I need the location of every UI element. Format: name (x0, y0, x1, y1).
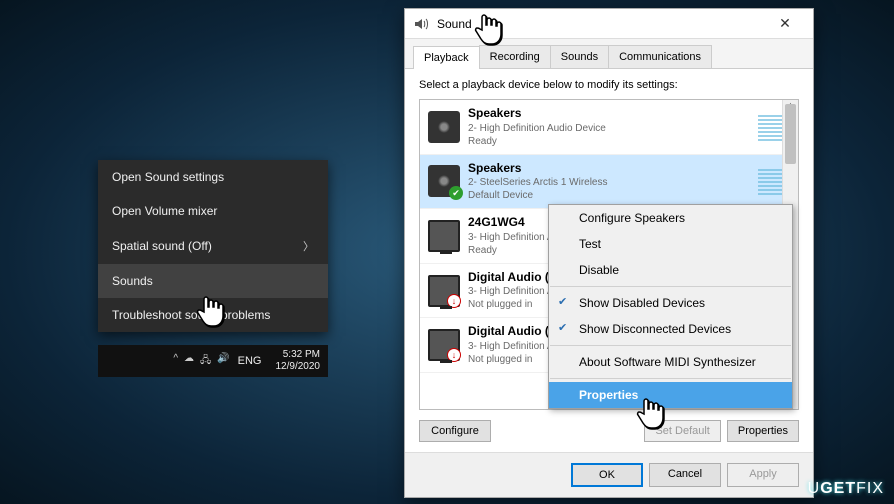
menu-item-troubleshoot[interactable]: Troubleshoot sound problems (98, 298, 328, 332)
device-status: Ready (468, 135, 750, 148)
tab-communications[interactable]: Communications (608, 45, 712, 68)
unplugged-icon: ↓ (447, 294, 461, 308)
monitor-device-icon: ↓ (428, 329, 460, 361)
unplugged-icon: ↓ (447, 348, 461, 362)
volume-icon[interactable]: 🔊 (217, 353, 229, 370)
menu-item-sounds[interactable]: Sounds (98, 264, 328, 298)
menu-item-properties[interactable]: Properties (549, 382, 792, 408)
device-context-menu: Configure Speakers Test Disable Show Dis… (548, 204, 793, 409)
device-row[interactable]: ✔ Speakers 2- SteelSeries Arctis 1 Wirel… (420, 155, 798, 210)
menu-item-about-midi[interactable]: About Software MIDI Synthesizer (549, 349, 792, 375)
watermark: UGETFIX (808, 480, 884, 498)
dialog-buttons: OK Cancel Apply (405, 452, 813, 497)
language-indicator[interactable]: ENG (238, 355, 262, 367)
instruction-text: Select a playback device below to modify… (419, 79, 799, 91)
separator (550, 286, 791, 287)
cancel-button[interactable]: Cancel (649, 463, 721, 487)
device-sub: 2- SteelSeries Arctis 1 Wireless (468, 176, 750, 189)
onedrive-icon[interactable]: ☁ (184, 353, 194, 370)
tabstrip: Playback Recording Sounds Communications (405, 39, 813, 69)
separator (550, 378, 791, 379)
device-name: Speakers (468, 161, 750, 177)
menu-item-show-disconnected[interactable]: Show Disconnected Devices (549, 316, 792, 342)
menu-item-open-sound-settings[interactable]: Open Sound settings (98, 160, 328, 194)
dialog-title: Sound (437, 17, 765, 31)
monitor-device-icon: ↓ (428, 275, 460, 307)
menu-item-open-volume-mixer[interactable]: Open Volume mixer (98, 194, 328, 228)
network-icon[interactable]: 🖧 (200, 353, 211, 370)
chevron-up-icon[interactable]: ^ (173, 353, 178, 370)
scroll-thumb[interactable] (785, 104, 796, 164)
speaker-icon (413, 16, 429, 32)
set-default-button[interactable]: Set Default (644, 420, 720, 442)
separator (550, 345, 791, 346)
properties-button[interactable]: Properties (727, 420, 799, 442)
configure-button[interactable]: Configure (419, 420, 491, 442)
menu-item-test[interactable]: Test (549, 231, 792, 257)
speaker-device-icon (428, 111, 460, 143)
titlebar: Sound ✕ (405, 9, 813, 39)
device-name: Speakers (468, 106, 750, 122)
menu-item-configure-speakers[interactable]: Configure Speakers (549, 205, 792, 231)
ok-button[interactable]: OK (571, 463, 643, 487)
menu-item-disable[interactable]: Disable (549, 257, 792, 283)
tab-recording[interactable]: Recording (479, 45, 551, 68)
tray-icons: ^ ☁ 🖧 🔊 (173, 353, 229, 370)
device-status: Default Device (468, 189, 750, 202)
device-sub: 2- High Definition Audio Device (468, 122, 750, 135)
tray-context-menu: Open Sound settings Open Volume mixer Sp… (98, 160, 328, 332)
speaker-device-icon: ✔ (428, 165, 460, 197)
chevron-right-icon: 〉 (303, 238, 314, 254)
device-row[interactable]: Speakers 2- High Definition Audio Device… (420, 100, 798, 155)
tab-sounds[interactable]: Sounds (550, 45, 609, 68)
apply-button[interactable]: Apply (727, 463, 799, 487)
clock[interactable]: 5:32 PM 12/9/2020 (276, 349, 321, 373)
taskbar: ^ ☁ 🖧 🔊 ENG 5:32 PM 12/9/2020 (98, 345, 328, 377)
tab-playback[interactable]: Playback (413, 46, 480, 69)
menu-item-spatial-sound[interactable]: Spatial sound (Off)〉 (98, 228, 328, 264)
monitor-device-icon (428, 220, 460, 252)
default-check-icon: ✔ (449, 186, 463, 200)
menu-item-show-disabled[interactable]: Show Disabled Devices (549, 290, 792, 316)
close-button[interactable]: ✕ (765, 15, 805, 32)
